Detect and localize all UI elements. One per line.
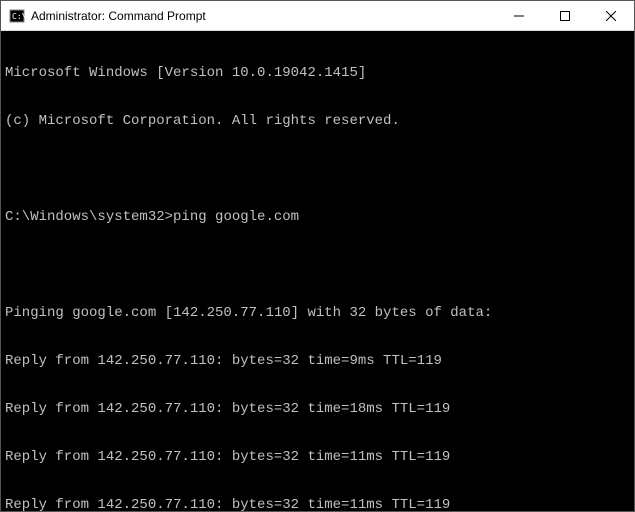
reply-line: Reply from 142.250.77.110: bytes=32 time… — [5, 449, 630, 465]
titlebar[interactable]: C:\ Administrator: Command Prompt — [1, 1, 634, 31]
terminal-output[interactable]: Microsoft Windows [Version 10.0.19042.14… — [1, 31, 634, 511]
command-text: ping google.com — [173, 209, 299, 225]
svg-text:C:\: C:\ — [12, 12, 25, 21]
reply-line: Reply from 142.250.77.110: bytes=32 time… — [5, 401, 630, 417]
reply-line: Reply from 142.250.77.110: bytes=32 time… — [5, 497, 630, 511]
copyright-line: (c) Microsoft Corporation. All rights re… — [5, 113, 630, 129]
cmd-icon: C:\ — [9, 8, 25, 24]
command-prompt-window: C:\ Administrator: Command Prompt Micros… — [0, 0, 635, 512]
maximize-button[interactable] — [542, 1, 588, 30]
minimize-button[interactable] — [496, 1, 542, 30]
version-line: Microsoft Windows [Version 10.0.19042.14… — [5, 65, 630, 81]
reply-line: Reply from 142.250.77.110: bytes=32 time… — [5, 353, 630, 369]
window-title: Administrator: Command Prompt — [31, 9, 496, 23]
window-controls — [496, 1, 634, 30]
prompt-line: C:\Windows\system32>ping google.com — [5, 209, 630, 225]
prompt-path: C:\Windows\system32> — [5, 209, 173, 225]
blank-line — [5, 161, 630, 177]
pinging-line: Pinging google.com [142.250.77.110] with… — [5, 305, 630, 321]
close-button[interactable] — [588, 1, 634, 30]
blank-line — [5, 257, 630, 273]
